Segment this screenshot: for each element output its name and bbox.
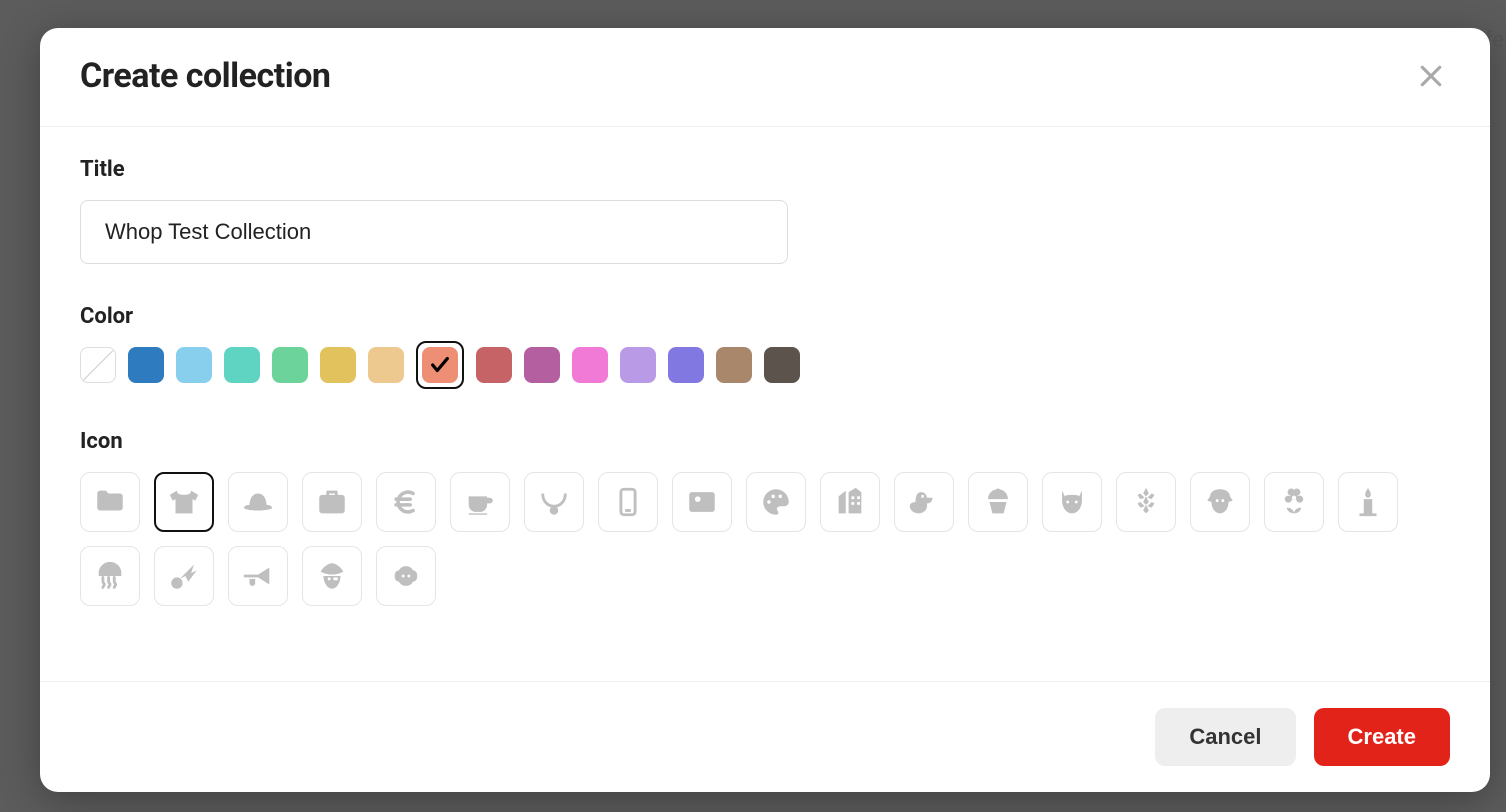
icon-option-cat[interactable]: [1042, 472, 1102, 532]
trumpet-icon: [241, 559, 275, 593]
icon-option-folder[interactable]: [80, 472, 140, 532]
candle-icon: [1351, 485, 1385, 519]
icon-option-euro[interactable]: [376, 472, 436, 532]
icon-option-duck[interactable]: [894, 472, 954, 532]
palette-icon: [759, 485, 793, 519]
color-row: [80, 347, 1450, 389]
color-swatch-plum[interactable]: [524, 347, 560, 383]
title-label: Title: [80, 157, 1450, 182]
icon-option-hat[interactable]: [228, 472, 288, 532]
icon-option-pirate[interactable]: [302, 546, 362, 606]
phone-icon: [611, 485, 645, 519]
color-swatch-sky[interactable]: [176, 347, 212, 383]
cupcake-icon: [981, 485, 1015, 519]
tshirt-icon: [167, 485, 201, 519]
building-icon: [833, 485, 867, 519]
create-button[interactable]: Create: [1314, 708, 1450, 766]
dog-icon: [1203, 485, 1237, 519]
create-collection-modal: Create collection Title Color Icon Cance…: [40, 28, 1490, 792]
icon-option-coffee[interactable]: [450, 472, 510, 532]
icon-option-candle[interactable]: [1338, 472, 1398, 532]
icon-option-cupcake[interactable]: [968, 472, 1028, 532]
icon-option-phone[interactable]: [598, 472, 658, 532]
color-swatch-gold[interactable]: [320, 347, 356, 383]
icon-option-tshirt[interactable]: [154, 472, 214, 532]
color-swatch-coral[interactable]: [416, 341, 464, 389]
title-section: Title: [80, 157, 1450, 264]
close-icon: [1416, 61, 1446, 91]
icon-option-briefcase[interactable]: [302, 472, 362, 532]
icon-option-necklace[interactable]: [524, 472, 584, 532]
cat-icon: [1055, 485, 1089, 519]
jellyfish-icon: [93, 559, 127, 593]
icon-label: Icon: [80, 429, 1450, 454]
folder-icon: [93, 485, 127, 519]
euro-icon: [389, 485, 423, 519]
necklace-icon: [537, 485, 571, 519]
duck-icon: [907, 485, 941, 519]
hat-icon: [241, 485, 275, 519]
icon-option-sheep[interactable]: [376, 546, 436, 606]
check-icon: [429, 354, 451, 376]
color-swatch-green[interactable]: [272, 347, 308, 383]
color-swatch-none[interactable]: [80, 347, 116, 383]
modal-body: Title Color Icon: [40, 127, 1490, 681]
modal-title: Create collection: [80, 56, 330, 96]
coffee-icon: [463, 485, 497, 519]
icon-option-shuttlecock[interactable]: [154, 546, 214, 606]
color-swatch-violet[interactable]: [668, 347, 704, 383]
wheat-icon: [1129, 485, 1163, 519]
close-button[interactable]: [1412, 57, 1450, 95]
flower-icon: [1277, 485, 1311, 519]
briefcase-icon: [315, 485, 349, 519]
color-label: Color: [80, 304, 1450, 329]
color-swatch-pink[interactable]: [572, 347, 608, 383]
shuttlecock-icon: [167, 559, 201, 593]
image-icon: [685, 485, 719, 519]
icon-section: Icon: [80, 429, 1450, 606]
icon-option-palette[interactable]: [746, 472, 806, 532]
icon-grid: [80, 472, 1450, 606]
modal-footer: Cancel Create: [40, 681, 1490, 792]
icon-option-dog[interactable]: [1190, 472, 1250, 532]
color-section: Color: [80, 304, 1450, 389]
icon-option-image[interactable]: [672, 472, 732, 532]
icon-option-trumpet[interactable]: [228, 546, 288, 606]
sheep-icon: [389, 559, 423, 593]
pirate-icon: [315, 559, 349, 593]
icon-option-jellyfish[interactable]: [80, 546, 140, 606]
icon-option-flower[interactable]: [1264, 472, 1324, 532]
color-swatch-teal[interactable]: [224, 347, 260, 383]
color-swatch-lavender[interactable]: [620, 347, 656, 383]
color-swatch-charcoal[interactable]: [764, 347, 800, 383]
title-input[interactable]: [80, 200, 788, 264]
modal-header: Create collection: [40, 28, 1490, 127]
color-swatch-blue[interactable]: [128, 347, 164, 383]
cancel-button[interactable]: Cancel: [1155, 708, 1295, 766]
icon-option-wheat[interactable]: [1116, 472, 1176, 532]
icon-option-building[interactable]: [820, 472, 880, 532]
color-swatch-tan[interactable]: [368, 347, 404, 383]
color-swatch-brown[interactable]: [716, 347, 752, 383]
color-swatch-rose[interactable]: [476, 347, 512, 383]
